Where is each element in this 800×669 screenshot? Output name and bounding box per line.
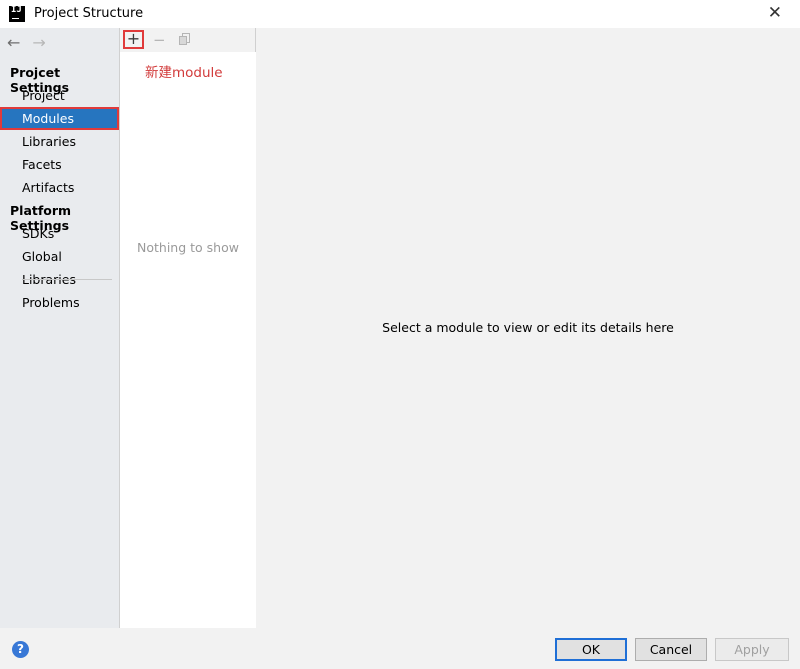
sidebar-item-project[interactable]: Project: [0, 84, 119, 107]
sidebar-item-facets[interactable]: Facets: [0, 153, 119, 176]
history-nav: ← →: [7, 33, 46, 52]
sidebar: ← → Projcet Settings Project Modules Lib…: [0, 28, 119, 628]
sidebar-item-modules[interactable]: Modules: [0, 107, 119, 130]
sidebar-divider: [22, 279, 112, 280]
back-arrow-icon[interactable]: ←: [7, 33, 20, 52]
sidebar-item-problems[interactable]: Problems: [0, 291, 119, 314]
cancel-button[interactable]: Cancel: [635, 638, 707, 661]
window-title: Project Structure: [34, 6, 144, 21]
list-toolbar: + −: [120, 28, 256, 52]
apply-button[interactable]: Apply: [715, 638, 789, 661]
empty-list-text: Nothing to show: [137, 240, 239, 255]
sidebar-item-artifacts[interactable]: Artifacts: [0, 176, 119, 199]
detail-panel: Select a module to view or edit its deta…: [256, 28, 800, 628]
intellij-app-icon: IJ: [9, 6, 25, 22]
remove-icon[interactable]: −: [153, 31, 166, 49]
modules-list-panel: + − 新建module Nothing to show: [119, 28, 256, 628]
sidebar-item-sdks[interactable]: SDKs: [0, 222, 119, 245]
sidebar-item-global-libraries[interactable]: Global Libraries: [0, 245, 119, 287]
detail-placeholder: Select a module to view or edit its deta…: [382, 320, 674, 335]
ok-button[interactable]: OK: [555, 638, 627, 661]
modules-list[interactable]: 新建module Nothing to show: [120, 52, 256, 628]
close-icon[interactable]: ✕: [768, 5, 782, 22]
sidebar-item-libraries[interactable]: Libraries: [0, 130, 119, 153]
new-module-annotation: 新建module: [145, 65, 223, 81]
add-module-button[interactable]: +: [123, 30, 144, 49]
forward-arrow-icon[interactable]: →: [32, 33, 45, 52]
title-bar: IJ Project Structure ✕: [0, 0, 800, 28]
dialog-footer: ? OK Cancel Apply: [0, 628, 800, 669]
copy-icon[interactable]: [179, 33, 190, 45]
help-icon[interactable]: ?: [12, 641, 29, 658]
